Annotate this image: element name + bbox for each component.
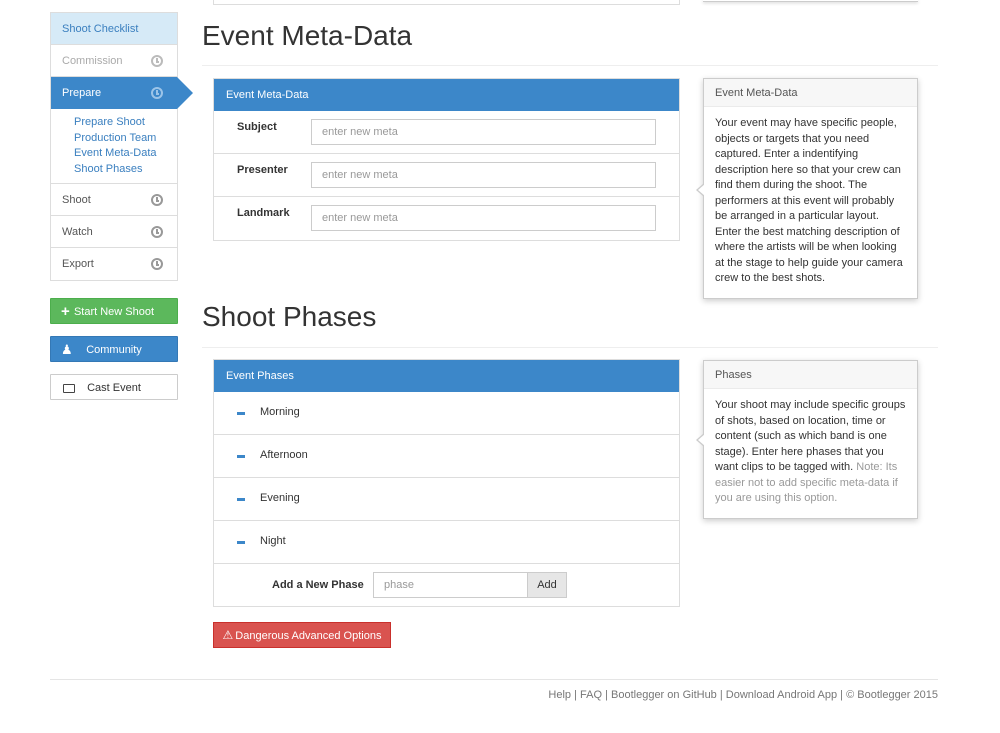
checklist-header: Shoot Checklist	[51, 13, 177, 45]
footer-link-github[interactable]: Bootlegger on GitHub	[611, 689, 717, 701]
sidebar-item-label: Export	[62, 258, 94, 270]
remove-phase-icon[interactable]	[237, 541, 245, 544]
sidebar-item-commission[interactable]: Commission	[51, 45, 177, 77]
sidebar-item-label: Shoot	[62, 194, 91, 206]
start-new-shoot-label: Start New Shoot	[73, 306, 155, 318]
sidebar-item-export[interactable]: Export	[51, 248, 177, 280]
footer-divider	[50, 679, 938, 680]
popover-title: Phases	[704, 361, 917, 389]
presenter-input[interactable]	[311, 162, 656, 188]
users-icon: ♟	[61, 342, 73, 357]
sidebar-item-label: Watch	[62, 226, 93, 238]
start-new-shoot-button[interactable]: + Start New Shoot	[50, 298, 178, 324]
previous-panel-edge	[213, 0, 680, 5]
panel-title: Event Meta-Data	[214, 79, 679, 111]
add-phase-label: Add a New Phase	[272, 579, 364, 591]
cast-icon	[63, 384, 75, 393]
event-meta-panel: Event Meta-Data Subject Presenter Landma…	[213, 78, 680, 241]
footer: Help | FAQ | Bootlegger on GitHub | Down…	[548, 689, 938, 701]
phase-row: Evening	[214, 478, 679, 521]
cast-event-label: Cast Event	[87, 382, 141, 394]
meta-row-landmark: Landmark	[214, 197, 679, 240]
dangerous-options-button[interactable]: ⚠ Dangerous Advanced Options	[213, 622, 391, 648]
footer-link-help[interactable]: Help	[548, 689, 571, 701]
phase-row: Afternoon	[214, 435, 679, 478]
previous-popover-edge	[703, 0, 918, 2]
remove-phase-icon[interactable]	[237, 455, 245, 458]
popover-body: Your shoot may include specific groups o…	[704, 389, 917, 518]
sidebar-item-shoot[interactable]: Shoot	[51, 184, 177, 216]
field-label: Landmark	[237, 207, 290, 219]
add-phase-button[interactable]: Add	[527, 572, 567, 598]
community-button[interactable]: ♟ Community	[50, 336, 178, 362]
sidebar: Shoot Checklist Commission Prepare Prepa…	[50, 12, 193, 400]
footer-link-faq[interactable]: FAQ	[580, 689, 602, 701]
divider	[202, 347, 938, 348]
clock-icon	[151, 55, 163, 67]
section-title-phases: Shoot Phases	[202, 301, 377, 332]
phase-row: Night	[214, 521, 679, 564]
meta-row-subject: Subject	[214, 111, 679, 154]
subnav-prepare-shoot[interactable]: Prepare Shoot	[74, 115, 177, 131]
dangerous-options-label: Dangerous Advanced Options	[235, 630, 382, 642]
cast-event-button[interactable]: Cast Event	[50, 374, 178, 400]
section-title-meta: Event Meta-Data	[202, 20, 413, 51]
subnav-event-meta-data[interactable]: Event Meta-Data	[74, 146, 177, 162]
phase-label: Night	[260, 535, 286, 547]
community-label: Community	[86, 344, 142, 356]
shoot-checklist: Shoot Checklist Commission Prepare Prepa…	[50, 12, 193, 281]
footer-link-android[interactable]: Download Android App	[726, 689, 837, 701]
subnav-shoot-phases[interactable]: Shoot Phases	[74, 162, 177, 178]
sidebar-item-watch[interactable]: Watch	[51, 216, 177, 248]
clock-icon	[151, 87, 163, 99]
phase-label: Morning	[260, 406, 300, 418]
remove-phase-icon[interactable]	[237, 498, 245, 501]
event-phases-panel: Event Phases Morning Afternoon Evening N…	[213, 359, 680, 607]
panel-title: Event Phases	[214, 360, 679, 392]
popover-title: Event Meta-Data	[704, 79, 917, 107]
subject-input[interactable]	[311, 119, 656, 145]
warning-icon: ⚠	[222, 628, 234, 642]
landmark-input[interactable]	[311, 205, 656, 231]
clock-icon	[151, 258, 163, 270]
footer-copyright: © Bootlegger 2015	[846, 689, 938, 701]
sidebar-item-label: Prepare	[62, 87, 102, 99]
field-label: Subject	[237, 121, 277, 133]
phases-help-popover: Phases Your shoot may include specific g…	[696, 360, 918, 519]
plus-icon: +	[61, 303, 70, 320]
prepare-subnav: Prepare Shoot Production Team Event Meta…	[51, 109, 177, 184]
new-phase-input[interactable]	[373, 572, 528, 598]
phase-label: Afternoon	[260, 449, 308, 461]
clock-icon	[151, 194, 163, 206]
add-phase-row: Add a New Phase Add	[214, 564, 679, 606]
phase-row: Morning	[214, 392, 679, 435]
popover-body: Your event may have specific people, obj…	[715, 117, 903, 284]
clock-icon	[151, 226, 163, 238]
sidebar-item-label: Commission	[62, 55, 123, 67]
meta-row-presenter: Presenter	[214, 154, 679, 197]
divider	[202, 65, 938, 66]
sidebar-item-prepare[interactable]: Prepare	[51, 77, 193, 109]
field-label: Presenter	[237, 164, 288, 176]
remove-phase-icon[interactable]	[237, 412, 245, 415]
meta-help-popover: Event Meta-Data Your event may have spec…	[696, 78, 918, 299]
subnav-production-team[interactable]: Production Team	[74, 131, 177, 147]
phase-label: Evening	[260, 492, 300, 504]
